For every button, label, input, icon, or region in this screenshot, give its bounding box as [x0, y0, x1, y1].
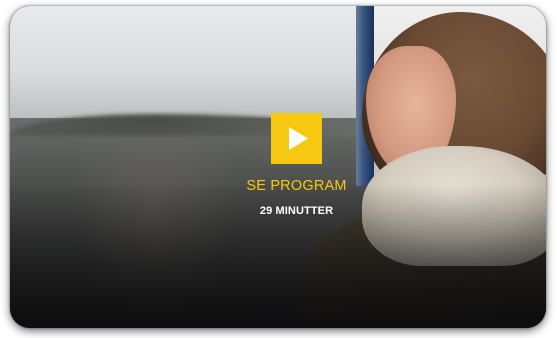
play-button[interactable] [271, 113, 322, 164]
play-icon [289, 127, 308, 150]
duration-label: 29 MINUTTER [259, 205, 334, 217]
thumbnail-vignette [10, 6, 546, 328]
video-thumbnail[interactable] [10, 6, 546, 328]
watch-program-link[interactable]: SE PROGRAM [160, 178, 433, 194]
video-card[interactable]: SE PROGRAM 29 MINUTTER [10, 6, 546, 328]
